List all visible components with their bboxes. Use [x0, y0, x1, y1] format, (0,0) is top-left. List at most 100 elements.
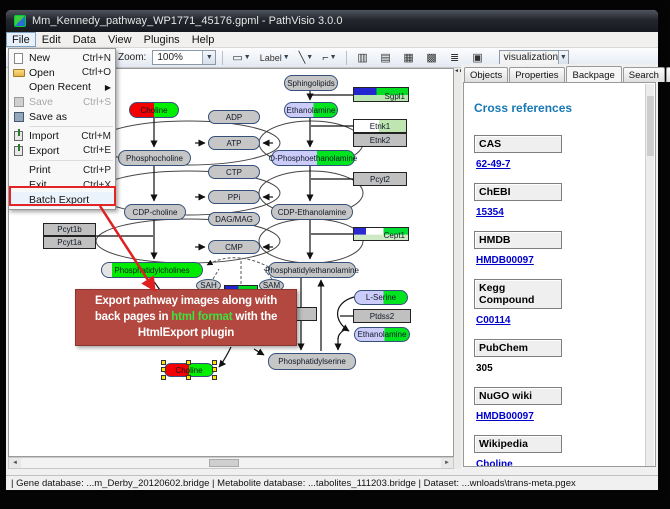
align-center-vertical-button[interactable]: ▤: [376, 49, 396, 66]
file-menu-item-open-recent[interactable]: Open Recent▶: [9, 80, 115, 95]
menu-item-view[interactable]: View: [102, 32, 138, 47]
menu-item-help[interactable]: Help: [186, 32, 221, 47]
app-icon: [14, 15, 26, 27]
node-adp[interactable]: ADP: [208, 110, 260, 124]
gene-ptdss2[interactable]: Ptdss2: [353, 309, 411, 323]
node-dag-mag[interactable]: DAG/MAG: [208, 212, 260, 226]
node-cdp-choline[interactable]: CDP-choline: [124, 204, 186, 220]
align-center-vertical-icon: ▤: [380, 51, 390, 64]
selection-handle[interactable]: [186, 360, 191, 365]
xref-section-chebi: ChEBI 15354: [474, 183, 645, 218]
node-ethanolamine-bottom[interactable]: Ethanolamine: [354, 327, 410, 342]
node-phosphatidylserine[interactable]: Phosphatidylserine: [268, 353, 356, 370]
chevron-down-icon[interactable]: ▼: [202, 51, 215, 64]
xref-link[interactable]: C00114: [476, 315, 645, 326]
xref-link[interactable]: HMDB00097: [476, 411, 645, 422]
chevron-down-icon[interactable]: ▼: [244, 54, 251, 61]
chevron-down-icon[interactable]: ▼: [283, 54, 290, 61]
tab-legend[interactable]: Legend: [666, 67, 670, 82]
file-menu-item-import[interactable]: ImportCtrl+M: [9, 129, 115, 144]
xref-title: PubChem: [474, 339, 562, 357]
node-atp[interactable]: ATP: [208, 136, 260, 150]
canvas-horizontal-scrollbar[interactable]: ◄ ►: [8, 457, 454, 469]
gene-pcyt2[interactable]: Pcyt2: [353, 172, 407, 186]
sidebar-tabs: ObjectsPropertiesBackpageSearchLegend: [461, 64, 658, 82]
node-choline-top[interactable]: Choline: [129, 102, 179, 118]
selection-handle[interactable]: [186, 375, 191, 380]
xref-link[interactable]: Choline: [476, 459, 645, 467]
node-choline-selected[interactable]: Choline: [164, 363, 214, 377]
scroll-right-icon[interactable]: ►: [441, 458, 453, 468]
xref-section-pubchem: PubChem305: [474, 339, 645, 374]
node-ctp[interactable]: CTP: [208, 165, 260, 179]
menu-item-edit[interactable]: Edit: [36, 32, 67, 47]
file-menu-item-save[interactable]: SaveCtrl+S: [9, 95, 115, 110]
node-phosphatidylcholines[interactable]: Phosphatidylcholines: [101, 262, 203, 278]
align-center-horizontal-icon: ▥: [357, 51, 367, 64]
selection-handle[interactable]: [161, 360, 166, 365]
gene-pcyt1b[interactable]: Pcyt1b: [43, 223, 96, 236]
menu-item-plugins[interactable]: Plugins: [138, 32, 186, 47]
annotation-callout: Export pathway images along with back pa…: [75, 289, 297, 346]
file-menu-item-print[interactable]: PrintCtrl+P: [9, 163, 115, 178]
sidebar: ObjectsPropertiesBackpageSearchLegend Cr…: [461, 64, 658, 469]
menu-item-file[interactable]: File: [6, 32, 36, 47]
xref-link[interactable]: 15354: [476, 207, 645, 218]
align-center-horizontal-button[interactable]: ▥: [353, 49, 373, 66]
file-menu-item-new[interactable]: NewCtrl+N: [9, 51, 115, 66]
toolbar-separator: [346, 51, 347, 65]
gene-sgpl1[interactable]: Sgpl1: [353, 87, 409, 102]
chevron-down-icon[interactable]: ▼: [558, 51, 568, 64]
line-tool-button[interactable]: ╲ ▼: [296, 49, 317, 66]
node-cmp[interactable]: CMP: [208, 240, 260, 254]
chevron-down-icon[interactable]: ▼: [306, 54, 313, 61]
selection-handle[interactable]: [212, 360, 217, 365]
collapse-arrows-icon[interactable]: ◄►: [454, 68, 461, 78]
selection-handle[interactable]: [212, 375, 217, 380]
file-menu-item-open[interactable]: OpenCtrl+O: [9, 66, 115, 81]
label-tool-text: Label: [260, 53, 282, 63]
menu-item-data[interactable]: Data: [67, 32, 102, 47]
distribute-vertical-icon: ▦: [403, 51, 413, 64]
distribute-horizontal-button[interactable]: ▩: [422, 49, 442, 66]
selection-handle[interactable]: [161, 375, 166, 380]
menu-item-label: Export: [29, 145, 79, 157]
title-bar[interactable]: Mm_Kennedy_pathway_WP1771_45176.gpml - P…: [6, 10, 658, 32]
gene-etnk1[interactable]: Etnk1: [353, 119, 407, 133]
file-menu-item-export[interactable]: ExportCtrl+E: [9, 144, 115, 159]
node-phosphocholine[interactable]: Phosphocholine: [118, 150, 191, 166]
node-cdp-ethanolamine[interactable]: CDP-Ethanolamine: [271, 204, 353, 220]
node-o-phosphoethanolamine[interactable]: O-Phosphoethanolamine: [271, 150, 355, 166]
gene-partial-right[interactable]: [295, 307, 317, 321]
xref-link[interactable]: HMDB00097: [476, 255, 645, 266]
gene-cept1[interactable]: Cept1: [353, 227, 409, 241]
scrollbar-thumb[interactable]: [209, 459, 239, 467]
selection-handle[interactable]: [212, 367, 217, 372]
node-ppi[interactable]: PPi: [208, 190, 260, 204]
xref-title: ChEBI: [474, 183, 562, 201]
distribute-vertical-button[interactable]: ▦: [399, 49, 419, 66]
label-tool-button[interactable]: Label ▼: [257, 49, 293, 66]
connector-tool-button[interactable]: ⌐ ▼: [319, 49, 339, 66]
zoom-combobox[interactable]: 100% ▼: [152, 50, 216, 65]
gene-node-tool-button[interactable]: ▭ ▼: [229, 49, 253, 66]
tab-objects[interactable]: Objects: [464, 67, 508, 82]
visualization-combobox[interactable]: visualization ▼: [499, 50, 569, 65]
scroll-left-icon[interactable]: ◄: [9, 458, 21, 468]
gene-etnk2[interactable]: Etnk2: [353, 133, 407, 147]
scrollbar-thumb[interactable]: [647, 96, 654, 156]
panel-divider[interactable]: ◄►: [454, 68, 461, 469]
node-ethanolamine-top[interactable]: Ethanolamine: [284, 102, 338, 118]
file-menu-item-save-as[interactable]: Save as: [9, 109, 115, 124]
tab-search[interactable]: Search: [623, 67, 665, 82]
backpage-scrollbar[interactable]: [645, 84, 654, 467]
tab-properties[interactable]: Properties: [509, 67, 564, 82]
node-l-serine[interactable]: L-Serine: [354, 290, 408, 305]
xref-link[interactable]: 62-49-7: [476, 159, 645, 170]
tab-backpage[interactable]: Backpage: [566, 66, 622, 83]
node-phosphatidylethanolamine[interactable]: Phosphatidylethanolamine: [268, 262, 356, 278]
chevron-down-icon[interactable]: ▼: [330, 54, 337, 61]
gene-pcyt1a[interactable]: Pcyt1a: [43, 236, 96, 249]
node-sphingolipids[interactable]: Sphingolipids: [284, 75, 338, 91]
selection-handle[interactable]: [161, 367, 166, 372]
